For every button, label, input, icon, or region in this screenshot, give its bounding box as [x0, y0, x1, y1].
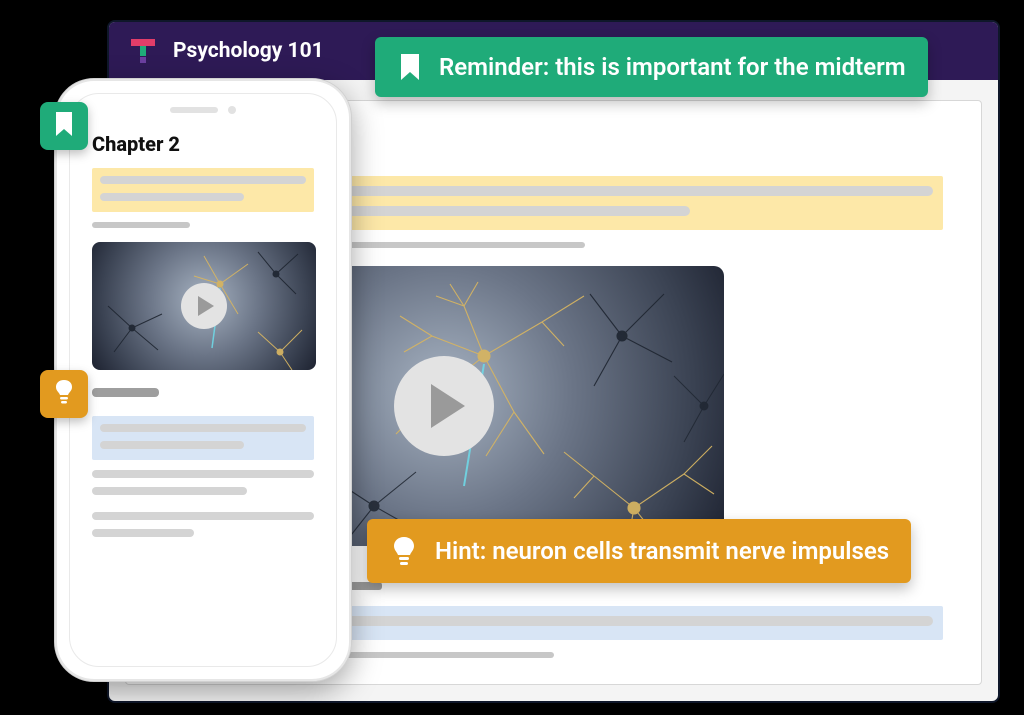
lightbulb-icon: [389, 536, 419, 566]
wireframe-line: [92, 512, 314, 520]
play-icon[interactable]: [181, 283, 227, 329]
course-title: Psychology 101: [173, 39, 324, 63]
phone-device: Chapter 2: [54, 78, 352, 682]
bookmark-chip[interactable]: [40, 102, 88, 150]
lightbulb-icon: [53, 379, 75, 409]
wireframe-line: [92, 470, 314, 478]
phone-screen: Chapter 2: [69, 93, 337, 667]
phone-selected-paragraph[interactable]: [92, 416, 314, 460]
bookmark-icon: [397, 52, 423, 82]
play-icon[interactable]: [394, 356, 494, 456]
bookmark-icon: [54, 111, 74, 141]
hint-chip[interactable]: [40, 370, 88, 418]
phone-highlighted-paragraph[interactable]: [92, 168, 314, 212]
wireframe-line: [92, 388, 159, 397]
phone-notch: [163, 104, 243, 116]
reminder-callout[interactable]: Reminder: this is important for the midt…: [375, 37, 928, 97]
app-logo: [129, 37, 157, 65]
wireframe-line: [92, 487, 247, 495]
hint-text: Hint: neuron cells transmit nerve impuls…: [435, 537, 889, 565]
wireframe-line: [92, 222, 190, 228]
hint-callout[interactable]: Hint: neuron cells transmit nerve impuls…: [367, 519, 911, 583]
phone-chapter-heading: Chapter 2: [92, 132, 314, 156]
reminder-text: Reminder: this is important for the midt…: [439, 53, 906, 81]
wireframe-line: [92, 529, 194, 537]
phone-chapter-video[interactable]: [92, 242, 316, 370]
